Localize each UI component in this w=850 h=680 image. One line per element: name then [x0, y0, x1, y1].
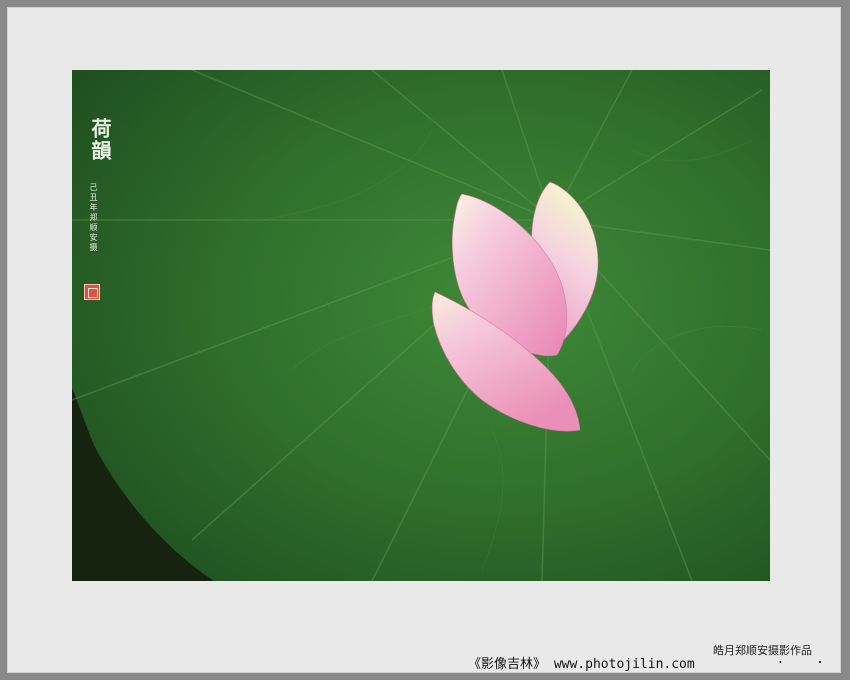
- vertical-title: 荷韻: [88, 118, 112, 162]
- website-caption: 《影像吉林》 www.photojilin.com: [468, 657, 695, 672]
- footer-dots: . .: [776, 652, 836, 667]
- vertical-signature: 己丑年郑顺安摄: [89, 183, 98, 253]
- lotus-leaf: [72, 70, 770, 581]
- red-seal-icon: [84, 284, 100, 300]
- photograph: [72, 70, 770, 581]
- lotus-leaf-scene: [72, 70, 770, 581]
